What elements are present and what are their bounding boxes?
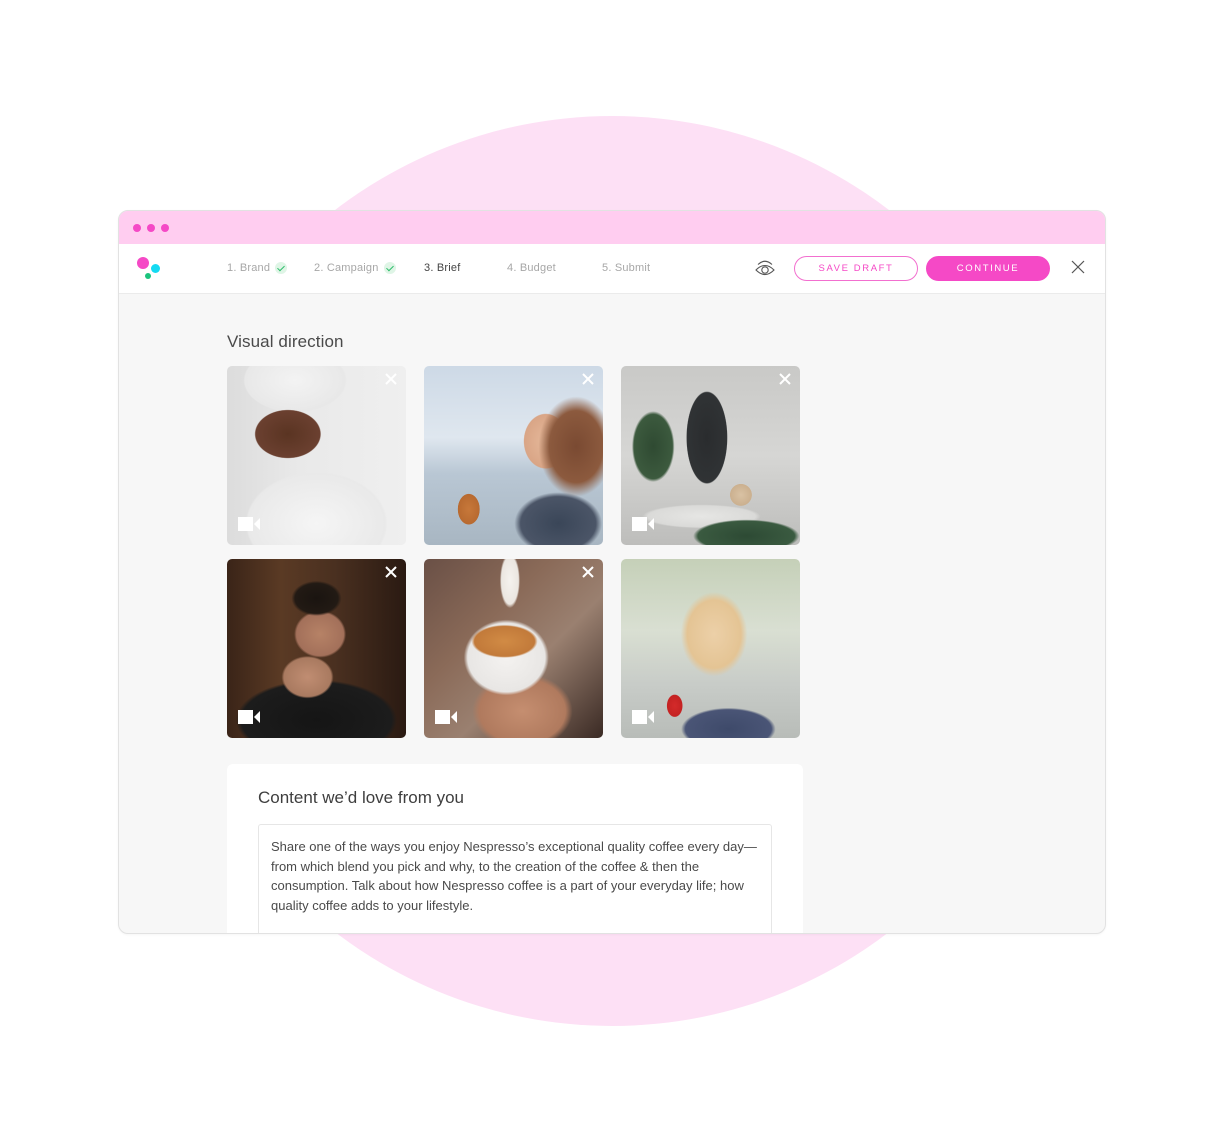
window-titlebar xyxy=(119,211,1105,244)
content-brief-title: Content we’d love from you xyxy=(258,788,464,807)
window-control-dot[interactable] xyxy=(147,224,155,232)
visual-tile[interactable] xyxy=(424,559,603,738)
video-camera-icon xyxy=(632,710,654,724)
close-icon xyxy=(582,373,594,385)
remove-tile-button[interactable] xyxy=(581,565,595,579)
close-icon xyxy=(779,373,791,385)
remove-tile-button[interactable] xyxy=(384,565,398,579)
top-navigation: 1. Brand 2. Campaign 3. Brief 4. Budget … xyxy=(119,244,1105,294)
close-button[interactable] xyxy=(1070,259,1086,275)
video-camera-icon xyxy=(632,517,654,531)
visual-tile[interactable] xyxy=(621,366,800,545)
close-icon xyxy=(385,566,397,578)
visual-tile[interactable] xyxy=(227,559,406,738)
step-label: 3. Brief xyxy=(424,262,461,274)
visual-tile[interactable] xyxy=(424,366,603,545)
content-brief-card: Content we’d love from you Share one of … xyxy=(227,764,803,933)
step-submit[interactable]: 5. Submit xyxy=(602,262,650,274)
window-control-dot[interactable] xyxy=(161,224,169,232)
eye-icon xyxy=(755,260,775,276)
visual-direction-grid xyxy=(227,366,802,738)
app-window: 1. Brand 2. Campaign 3. Brief 4. Budget … xyxy=(118,210,1106,934)
check-icon xyxy=(383,262,396,274)
step-brand[interactable]: 1. Brand xyxy=(227,262,288,274)
preview-button[interactable] xyxy=(754,257,776,279)
close-icon xyxy=(385,373,397,385)
brand-logo[interactable] xyxy=(137,257,163,281)
video-camera-icon xyxy=(435,710,457,724)
close-icon xyxy=(582,566,594,578)
visual-tile[interactable] xyxy=(227,366,406,545)
window-control-dot[interactable] xyxy=(133,224,141,232)
continue-button[interactable]: CONTINUE xyxy=(926,256,1050,281)
save-draft-button[interactable]: SAVE DRAFT xyxy=(794,256,918,281)
logo-dot-pink xyxy=(137,257,149,269)
video-camera-icon xyxy=(238,517,260,531)
step-label: 5. Submit xyxy=(602,262,651,274)
step-campaign[interactable]: 2. Campaign xyxy=(314,262,396,274)
visual-tile[interactable] xyxy=(621,559,800,738)
remove-tile-button[interactable] xyxy=(384,372,398,386)
close-icon xyxy=(1071,260,1085,274)
step-brief[interactable]: 3. Brief xyxy=(424,262,460,274)
logo-dot-green xyxy=(145,273,151,279)
visual-direction-title: Visual direction xyxy=(227,332,344,351)
step-label: 4. Budget xyxy=(507,262,556,274)
step-label: 2. Campaign xyxy=(314,262,379,274)
step-label: 1. Brand xyxy=(227,262,271,274)
remove-tile-button[interactable] xyxy=(581,372,595,386)
step-budget[interactable]: 4. Budget xyxy=(507,262,556,274)
logo-dot-cyan xyxy=(151,264,160,273)
remove-tile-button[interactable] xyxy=(778,372,792,386)
check-icon xyxy=(275,262,288,274)
content-brief-textarea[interactable]: Share one of the ways you enjoy Nespress… xyxy=(258,824,772,933)
video-camera-icon xyxy=(238,710,260,724)
